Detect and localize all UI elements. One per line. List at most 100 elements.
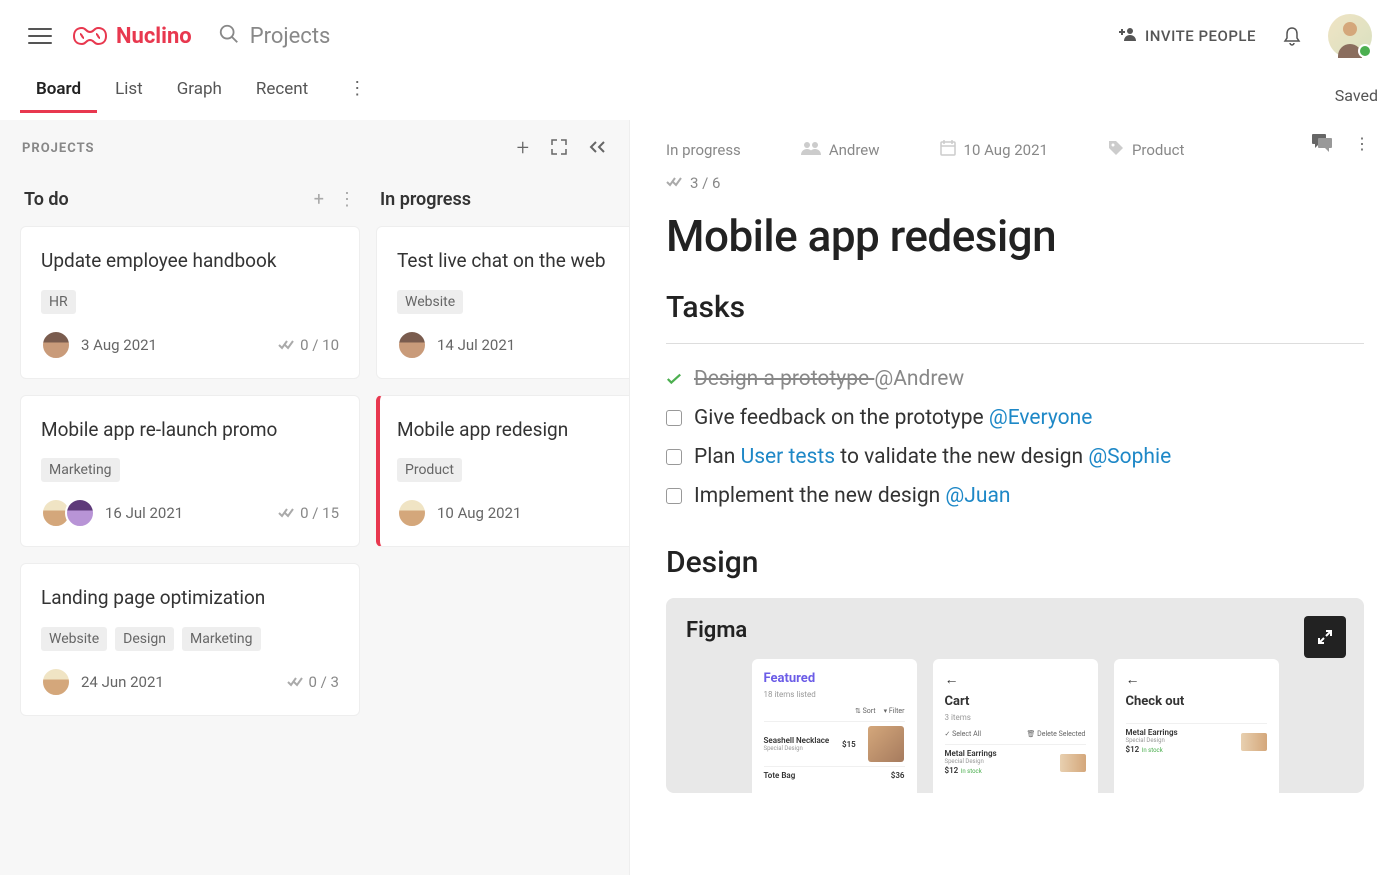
- collapse-icon[interactable]: [589, 139, 607, 158]
- view-tabs-row: Board List Graph Recent ⋮ Saved: [0, 72, 1400, 120]
- card-tag: Design: [115, 627, 174, 651]
- avatar: [397, 498, 427, 528]
- task-item[interactable]: Design a prototype @Andrew: [666, 360, 1364, 399]
- card-title: Update employee handbook: [41, 249, 339, 274]
- task-item[interactable]: Plan User tests to validate the new desi…: [666, 438, 1364, 477]
- more-icon[interactable]: ⋮: [1354, 134, 1370, 156]
- card-date: 16 Jul 2021: [105, 504, 183, 522]
- figma-embed[interactable]: Figma Featured 18 items listed ⇅ Sort ▾ …: [666, 598, 1364, 793]
- tab-board[interactable]: Board: [36, 79, 81, 113]
- board-column: In progress Test live chat on the web We…: [376, 179, 629, 732]
- expand-icon[interactable]: [551, 139, 567, 159]
- mockup-checkout: ← Check out Metal Earrings Special Desig…: [1114, 659, 1279, 793]
- mockup-cart: ← Cart 3 items ✓ Select All 🗑 Delete Sel…: [933, 659, 1098, 793]
- avatar: [65, 498, 95, 528]
- user-avatar[interactable]: [1328, 14, 1372, 58]
- card-progress: 0 / 10: [278, 336, 339, 354]
- save-status: Saved: [1335, 86, 1378, 105]
- card-title: Landing page optimization: [41, 586, 339, 611]
- comments-icon[interactable]: [1312, 134, 1332, 156]
- brand-name: Nuclino: [116, 24, 192, 49]
- mention[interactable]: @Everyone: [989, 406, 1093, 430]
- meta-status[interactable]: In progress: [666, 141, 741, 159]
- checkbox-icon[interactable]: [666, 449, 682, 465]
- column-more-icon[interactable]: ⋮: [338, 189, 356, 210]
- board-column: To do + ⋮ Update employee handbook HR 3 Au…: [20, 179, 360, 732]
- tag-icon: [1108, 140, 1124, 160]
- meta-progress: 3 / 6: [666, 174, 1364, 192]
- product-thumb: [868, 726, 904, 762]
- add-card-icon[interactable]: +: [314, 189, 324, 210]
- card-tag: Website: [41, 627, 107, 651]
- board-card[interactable]: Landing page optimization Website Design M…: [20, 563, 360, 716]
- back-arrow-icon: ←: [945, 671, 1086, 688]
- tabs-more-icon[interactable]: ⋮: [348, 78, 366, 113]
- card-date: 24 Jun 2021: [81, 673, 164, 691]
- back-arrow-icon: ←: [1126, 671, 1267, 688]
- card-date: 14 Jul 2021: [437, 336, 515, 354]
- meta-assignee[interactable]: Andrew: [801, 141, 880, 159]
- tab-graph[interactable]: Graph: [177, 79, 222, 113]
- add-item-icon[interactable]: +: [517, 136, 529, 161]
- tab-list[interactable]: List: [115, 79, 143, 113]
- task-item[interactable]: Give feedback on the prototype @Everyone: [666, 399, 1364, 438]
- tab-recent[interactable]: Recent: [256, 79, 308, 113]
- divider: [666, 343, 1364, 344]
- column-title: To do: [24, 189, 69, 210]
- search-bar[interactable]: Projects: [218, 23, 331, 49]
- search-icon: [218, 23, 240, 49]
- product-thumb: [1060, 754, 1086, 772]
- avatar: [41, 667, 71, 697]
- search-label: Projects: [250, 24, 331, 49]
- fullscreen-icon[interactable]: [1304, 616, 1346, 658]
- meta-date[interactable]: 10 Aug 2021: [940, 140, 1048, 160]
- column-title: In progress: [380, 189, 471, 210]
- card-date: 3 Aug 2021: [81, 336, 157, 354]
- card-tag: HR: [41, 290, 76, 314]
- card-title: Mobile app re-launch promo: [41, 418, 339, 443]
- tasks-heading: Tasks: [666, 290, 1364, 325]
- avatar: [397, 330, 427, 360]
- checklist-icon: [666, 174, 682, 192]
- mockup-featured: Featured 18 items listed ⇅ Sort ▾ Filter…: [752, 659, 917, 793]
- mention[interactable]: @Juan: [945, 484, 1010, 508]
- mention[interactable]: @Andrew: [874, 367, 964, 391]
- brand-logo[interactable]: Nuclino: [72, 24, 192, 49]
- person-add-icon: [1119, 26, 1137, 46]
- people-icon: [801, 141, 821, 159]
- card-progress: 0 / 15: [278, 504, 339, 522]
- invite-people-button[interactable]: INVITE PEOPLE: [1119, 26, 1256, 46]
- card-progress: 0 / 3: [287, 673, 340, 691]
- detail-title[interactable]: Mobile app redesign: [666, 210, 1364, 262]
- card-tag: Website: [397, 290, 463, 314]
- card-tag: Product: [397, 458, 462, 482]
- checkbox-checked-icon[interactable]: [666, 371, 682, 387]
- menu-icon[interactable]: [28, 24, 52, 48]
- task-list: Design a prototype @AndrewGive feedback …: [666, 360, 1364, 515]
- meta-tag[interactable]: Product: [1108, 140, 1184, 160]
- board-area: PROJECTS + To do+⋮ Update employee handb…: [0, 120, 630, 875]
- card-tag: Marketing: [182, 627, 261, 651]
- brain-icon: [72, 24, 108, 48]
- mockup-row: Featured 18 items listed ⇅ Sort ▾ Filter…: [686, 659, 1344, 793]
- header: Nuclino Projects INVITE PEOPLE: [0, 0, 1400, 72]
- checkbox-icon[interactable]: [666, 488, 682, 504]
- bell-icon[interactable]: [1282, 26, 1302, 46]
- avatar: [41, 330, 71, 360]
- design-heading: Design: [666, 545, 1364, 580]
- checkbox-icon[interactable]: [666, 410, 682, 426]
- calendar-icon: [940, 140, 956, 160]
- card-tag: Marketing: [41, 458, 120, 482]
- embed-title: Figma: [686, 618, 1344, 643]
- card-date: 10 Aug 2021: [437, 504, 521, 522]
- board-card[interactable]: Mobile app redesign Product 10 Aug 2021: [376, 395, 629, 548]
- task-link[interactable]: User tests: [741, 445, 835, 469]
- card-title: Mobile app redesign: [397, 418, 629, 443]
- mention[interactable]: @Sophie: [1088, 445, 1171, 469]
- board-card[interactable]: Mobile app re-launch promo Marketing 16 …: [20, 395, 360, 548]
- task-item[interactable]: Implement the new design @Juan: [666, 477, 1364, 516]
- board-card[interactable]: Update employee handbook HR 3 Aug 2021 0…: [20, 226, 360, 379]
- board-card[interactable]: Test live chat on the web Website 14 Jul…: [376, 226, 629, 379]
- product-thumb: [1241, 733, 1267, 751]
- detail-pane: ⋮ In progress Andrew 10 Aug 2021: [630, 120, 1400, 875]
